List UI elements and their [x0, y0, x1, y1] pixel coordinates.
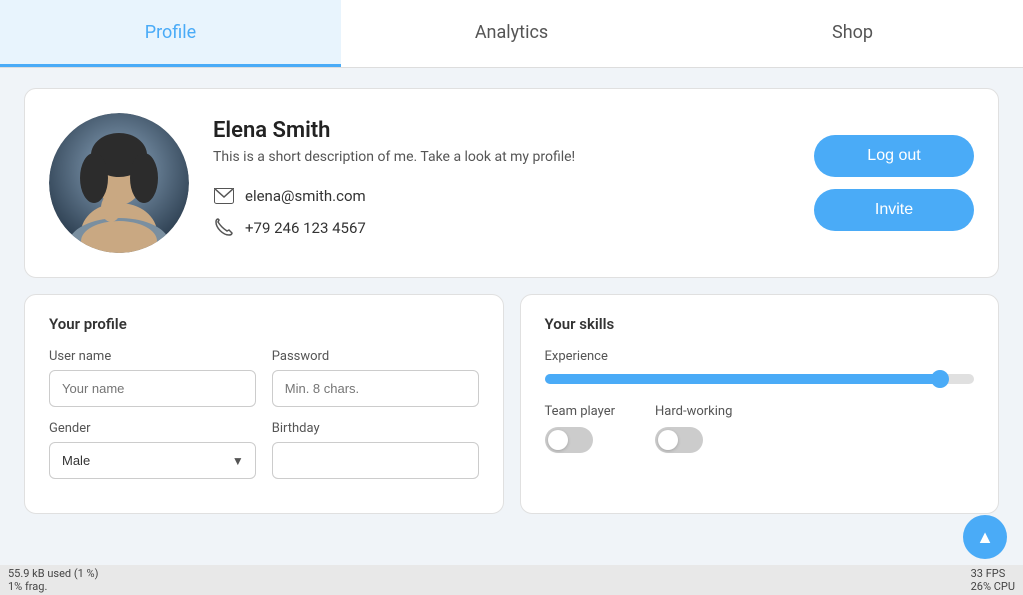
profile-actions: Log out Invite — [814, 135, 974, 231]
status-performance: 33 FPS 26% CPU — [971, 567, 1015, 593]
logout-button[interactable]: Log out — [814, 135, 974, 177]
gender-label: Gender — [49, 421, 256, 436]
hard-working-label: Hard-working — [655, 404, 732, 419]
gender-select[interactable]: Male Female Other — [49, 442, 256, 479]
tab-profile[interactable]: Profile — [0, 0, 341, 67]
status-memory: 55.9 kB used (1 %) 1% frag. — [8, 567, 98, 593]
username-input[interactable] — [49, 370, 256, 407]
gender-birthday-row: Gender Male Female Other ▼ Birthday — [49, 421, 479, 479]
phone-row: +79 246 123 4567 — [213, 217, 790, 239]
scroll-up-button[interactable]: ▲ — [963, 515, 1007, 559]
email-icon — [213, 185, 235, 207]
email-value: elena@smith.com — [245, 187, 366, 205]
tab-shop[interactable]: Shop — [682, 0, 1023, 67]
main-content: Elena Smith This is a short description … — [0, 68, 1023, 534]
toggles-row: Team player Hard-working — [545, 404, 975, 453]
profile-card: Elena Smith This is a short description … — [24, 88, 999, 278]
bottom-row: Your profile User name Password Gender M… — [24, 294, 999, 514]
phone-value: +79 246 123 4567 — [245, 219, 366, 237]
team-player-knob — [548, 430, 568, 450]
status-bar: 55.9 kB used (1 %) 1% frag. 33 FPS 26% C… — [0, 565, 1023, 595]
profile-info: Elena Smith This is a short description … — [213, 118, 790, 249]
experience-label: Experience — [545, 349, 975, 364]
birthday-input[interactable] — [272, 442, 479, 479]
arrow-up-icon: ▲ — [976, 527, 994, 548]
your-profile-title: Your profile — [49, 315, 479, 333]
gender-select-wrap: Male Female Other ▼ — [49, 442, 256, 479]
your-profile-card: Your profile User name Password Gender M… — [24, 294, 504, 514]
team-player-label: Team player — [545, 404, 616, 419]
password-label: Password — [272, 349, 479, 364]
hard-working-group: Hard-working — [655, 404, 732, 453]
experience-thumb — [931, 370, 949, 388]
tab-analytics[interactable]: Analytics — [341, 0, 682, 67]
password-group: Password — [272, 349, 479, 407]
experience-fill — [545, 374, 940, 384]
email-row: elena@smith.com — [213, 185, 790, 207]
username-label: User name — [49, 349, 256, 364]
your-skills-title: Your skills — [545, 315, 975, 333]
experience-progress-bar[interactable] — [545, 374, 975, 384]
profile-name: Elena Smith — [213, 118, 790, 143]
invite-button[interactable]: Invite — [814, 189, 974, 231]
tab-bar: Profile Analytics Shop — [0, 0, 1023, 68]
password-input[interactable] — [272, 370, 479, 407]
profile-description: This is a short description of me. Take … — [213, 149, 790, 165]
username-group: User name — [49, 349, 256, 407]
hard-working-toggle[interactable] — [655, 427, 703, 453]
birthday-group: Birthday — [272, 421, 479, 479]
your-skills-card: Your skills Experience Team player Hard-… — [520, 294, 1000, 514]
username-password-row: User name Password — [49, 349, 479, 407]
team-player-toggle[interactable] — [545, 427, 593, 453]
team-player-group: Team player — [545, 404, 616, 453]
avatar — [49, 113, 189, 253]
gender-group: Gender Male Female Other ▼ — [49, 421, 256, 479]
birthday-label: Birthday — [272, 421, 479, 436]
hard-working-knob — [658, 430, 678, 450]
phone-icon — [213, 217, 235, 239]
